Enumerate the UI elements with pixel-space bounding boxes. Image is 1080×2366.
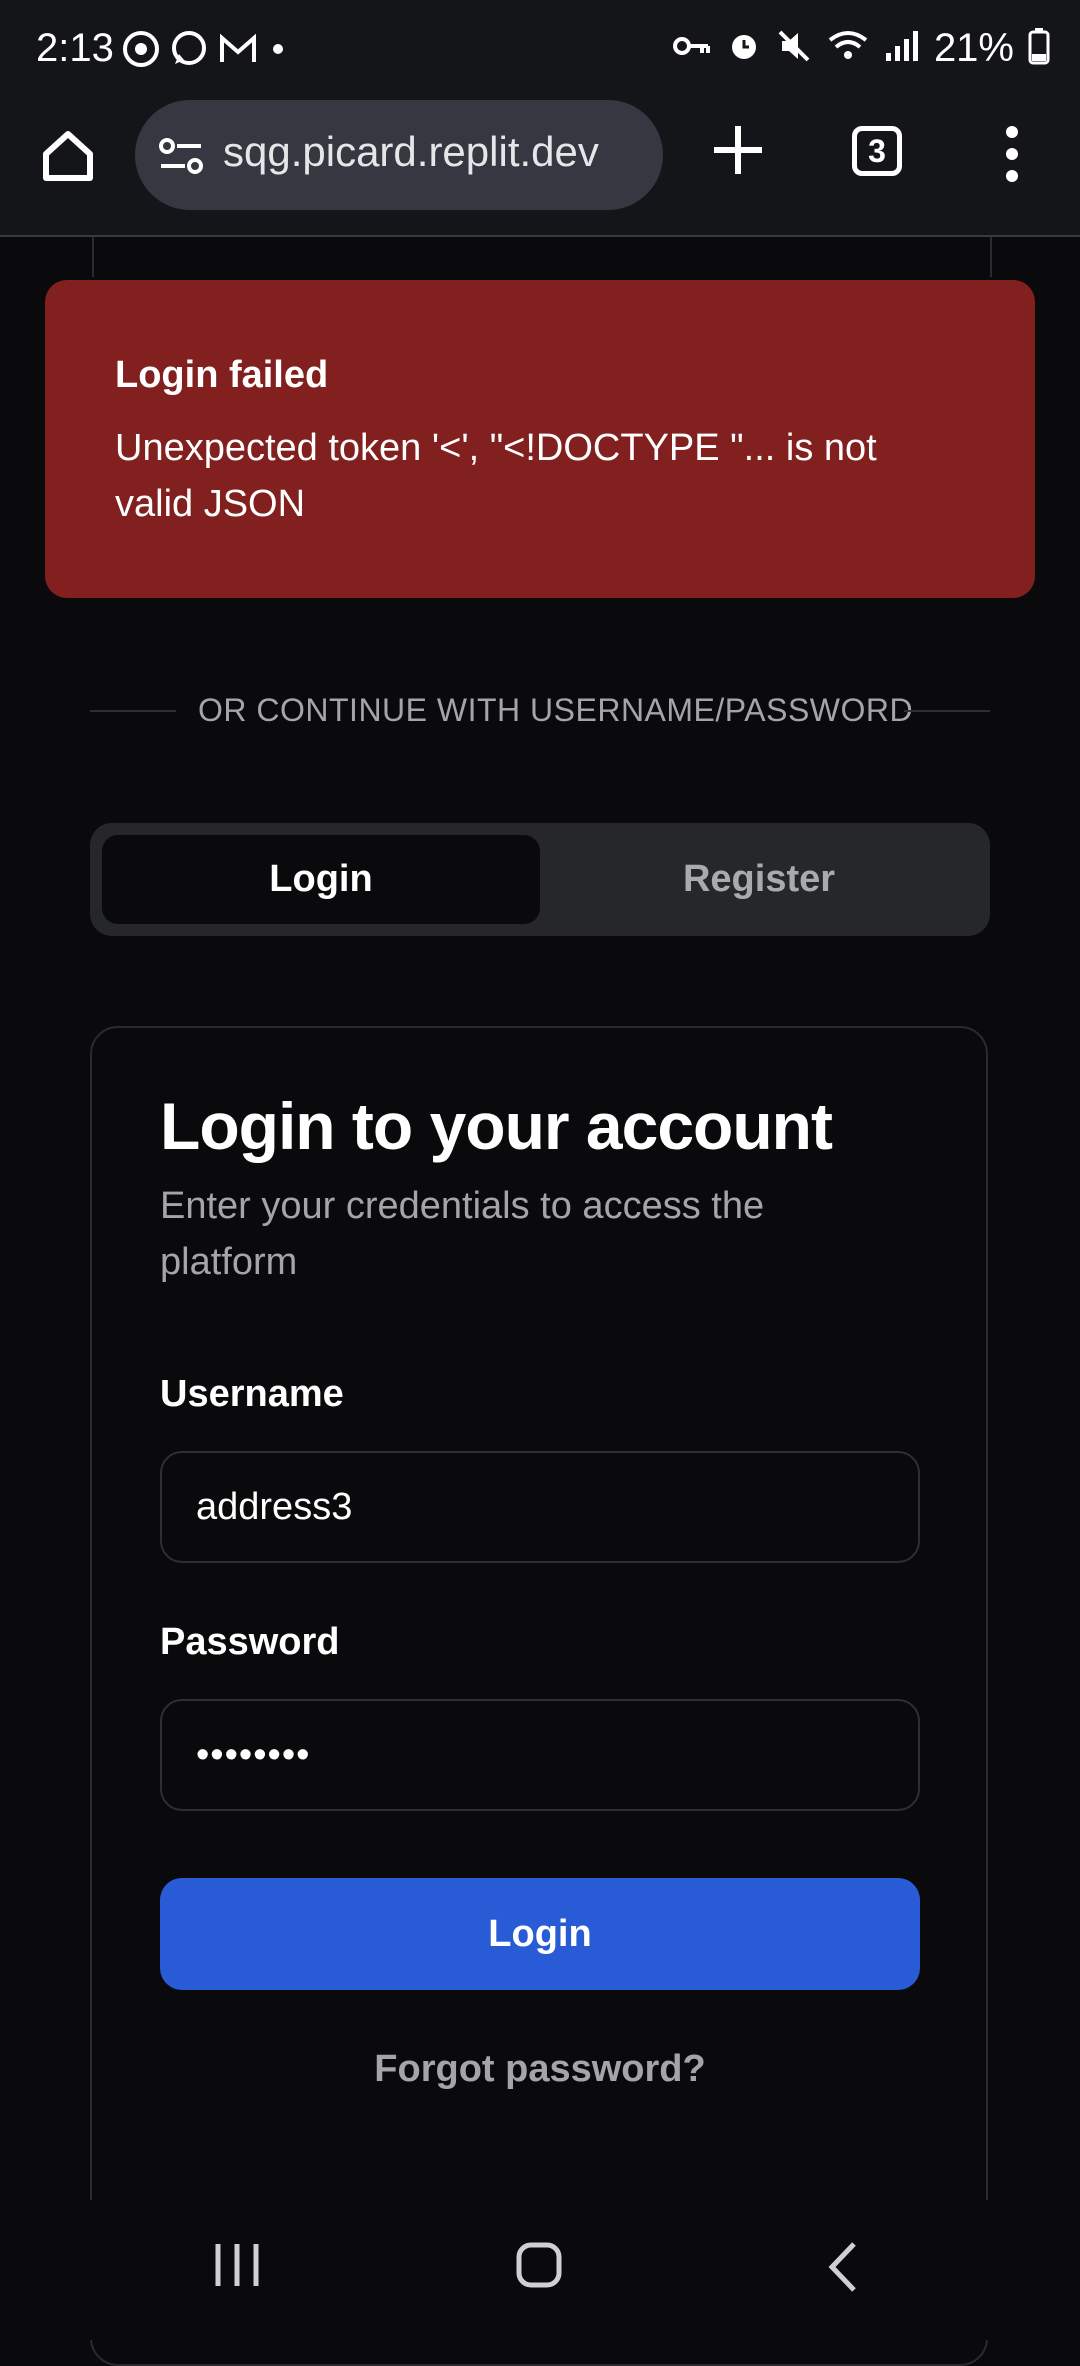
- password-label: Password: [160, 1621, 340, 1663]
- address-bar[interactable]: sqg.picard.replit.dev: [135, 100, 663, 210]
- browser-toolbar: sqg.picard.replit.dev 3: [0, 100, 1080, 237]
- login-card: Login to your account Enter your credent…: [90, 1026, 988, 2366]
- system-nav-bar: [0, 2200, 1080, 2340]
- tab-register[interactable]: Register: [540, 835, 978, 924]
- login-button[interactable]: Login: [160, 1878, 920, 1990]
- card-edge: [92, 237, 992, 277]
- divider-line-right: [904, 710, 990, 712]
- divider: OR CONTINUE WITH USERNAME/PASSWORD: [90, 690, 990, 730]
- username-field[interactable]: address3: [160, 1451, 920, 1563]
- recents-icon: [215, 2244, 259, 2286]
- dot-icon: [268, 39, 288, 64]
- more-menu-button[interactable]: [1000, 124, 1024, 184]
- toast-title: Login failed: [115, 354, 329, 396]
- mute-icon: [776, 28, 812, 69]
- home-button[interactable]: [38, 126, 98, 186]
- more-vert-icon: [1006, 126, 1018, 182]
- forgot-password-link[interactable]: Forgot password?: [160, 2048, 920, 2091]
- url-text: sqg.picard.replit.dev: [223, 128, 599, 175]
- key-icon: [672, 31, 712, 66]
- home-icon: [43, 131, 93, 181]
- divider-text: OR CONTINUE WITH USERNAME/PASSWORD: [198, 692, 914, 728]
- plus-icon: [714, 126, 762, 174]
- threads-icon: [122, 30, 160, 73]
- page-title: Login to your account: [160, 1089, 833, 1163]
- gmail-icon: [218, 32, 258, 71]
- site-settings-icon[interactable]: [157, 136, 205, 176]
- tab-login[interactable]: Login: [102, 835, 540, 924]
- battery-percent: 21%: [933, 26, 1014, 70]
- tab-switcher-button[interactable]: 3: [852, 126, 902, 176]
- page-subtitle: Enter your credentials to access the pla…: [160, 1185, 765, 1283]
- new-tab-button[interactable]: [710, 122, 766, 178]
- wifi-icon: [826, 28, 870, 69]
- status-bar: 2:13 21%: [0, 0, 1080, 100]
- status-time: 2:13: [36, 26, 114, 70]
- alarm-icon: [726, 28, 762, 69]
- whatsapp-icon: [170, 30, 208, 73]
- home-nav-icon: [516, 2242, 562, 2288]
- back-button[interactable]: [826, 2240, 858, 2299]
- recents-button[interactable]: [214, 2240, 260, 2295]
- battery-icon: [1028, 27, 1050, 70]
- signal-icon: [884, 29, 920, 68]
- toast-message: Unexpected token '<', "<!DOCTYPE "... is…: [115, 427, 877, 525]
- auth-tabs: Login Register: [90, 823, 990, 936]
- password-field[interactable]: ••••••••: [160, 1699, 920, 1811]
- back-icon: [828, 2242, 856, 2292]
- username-label: Username: [160, 1373, 344, 1415]
- error-toast[interactable]: Login failed Unexpected token '<', "<!DO…: [45, 280, 1035, 598]
- divider-line-left: [90, 710, 176, 712]
- home-nav-button[interactable]: [515, 2240, 563, 2295]
